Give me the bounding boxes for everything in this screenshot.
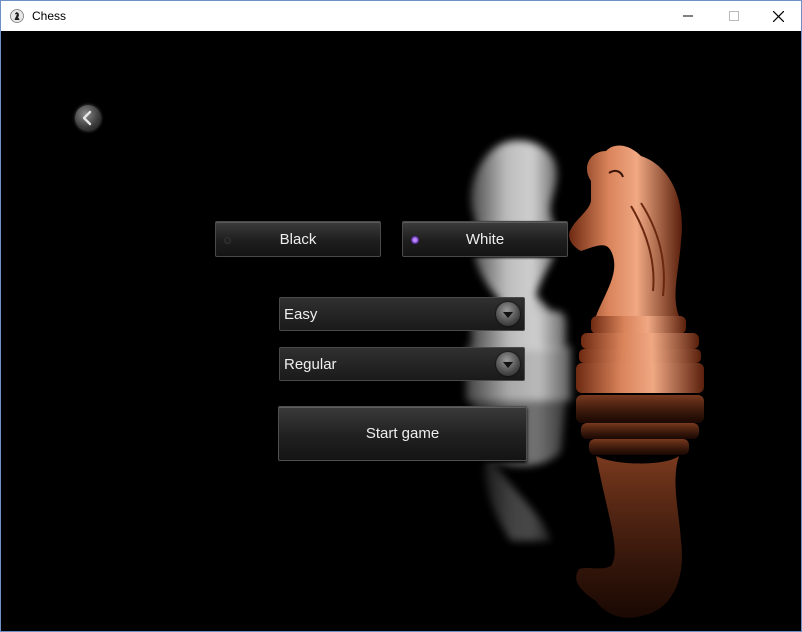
back-button[interactable] — [75, 105, 101, 131]
white-radio-indicator — [411, 236, 419, 244]
difficulty-dropdown-arrow[interactable] — [496, 302, 520, 326]
app-window: Chess Black White Easy Regular Start gam… — [0, 0, 802, 632]
close-icon — [772, 10, 784, 22]
maximize-icon — [729, 11, 739, 21]
chevron-down-icon — [503, 312, 513, 318]
game-setup-screen: Black White Easy Regular Start game — [1, 31, 801, 631]
minimize-button[interactable] — [665, 1, 711, 31]
chess-app-icon — [10, 9, 24, 23]
game-mode-value: Regular — [284, 356, 337, 373]
window-title: Chess — [32, 9, 67, 23]
black-color-label: Black — [279, 230, 317, 248]
difficulty-value: Easy — [284, 306, 318, 323]
minimize-icon — [683, 15, 693, 17]
black-color-button[interactable]: Black — [215, 221, 381, 257]
black-radio-indicator — [224, 237, 231, 244]
game-mode-dropdown-arrow[interactable] — [496, 352, 520, 376]
start-game-button[interactable]: Start game — [278, 406, 527, 461]
maximize-button[interactable] — [711, 1, 757, 31]
start-game-label: Start game — [365, 425, 440, 442]
chevron-down-icon — [503, 362, 513, 368]
difficulty-dropdown[interactable]: Easy — [279, 297, 525, 331]
title-bar[interactable]: Chess — [1, 1, 801, 31]
chevron-left-icon — [82, 110, 92, 126]
game-mode-dropdown[interactable]: Regular — [279, 347, 525, 381]
close-button[interactable] — [755, 1, 801, 31]
white-color-label: White — [465, 230, 505, 248]
white-color-button[interactable]: White — [402, 221, 568, 257]
